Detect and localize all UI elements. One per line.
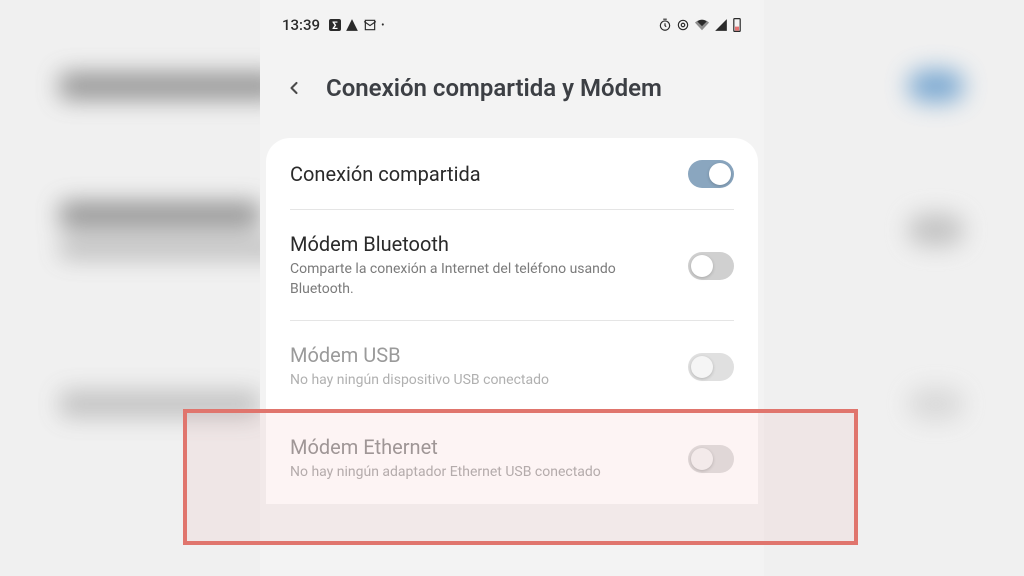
- setting-ethernet-tether: Módem Ethernet No hay ningún adaptador E…: [266, 413, 758, 505]
- setting-title: Módem Bluetooth: [290, 232, 668, 256]
- setting-title: Módem Ethernet: [290, 435, 668, 459]
- back-button[interactable]: [282, 76, 306, 100]
- setting-title: Conexión compartida: [290, 162, 668, 186]
- toggle-bluetooth-tether[interactable]: [688, 252, 734, 280]
- status-time: 13:39: [282, 16, 320, 34]
- page-header: Conexión compartida y Módem: [260, 42, 764, 126]
- setting-desc: No hay ningún adaptador Ethernet USB con…: [290, 463, 668, 483]
- toggle-ethernet-tether: [688, 445, 734, 473]
- status-bar: 13:39 Σ •: [260, 0, 764, 42]
- setting-title: Módem USB: [290, 343, 668, 367]
- setting-desc: Comparte la conexión a Internet del telé…: [290, 260, 668, 299]
- setting-hotspot[interactable]: Conexión compartida: [266, 138, 758, 210]
- status-system-icons: [658, 17, 742, 33]
- chevron-left-icon: [284, 78, 304, 98]
- setting-desc: No hay ningún dispositivo USB conectado: [290, 371, 668, 391]
- page-title: Conexión compartida y Módem: [326, 74, 662, 102]
- status-notification-icons: Σ •: [328, 18, 384, 32]
- settings-panel: Conexión compartida Módem Bluetooth Comp…: [266, 138, 758, 504]
- setting-usb-tether: Módem USB No hay ningún dispositivo USB …: [266, 321, 758, 413]
- toggle-usb-tether: [688, 353, 734, 381]
- toggle-hotspot[interactable]: [688, 160, 734, 188]
- phone-screen: 13:39 Σ • Conexión compartida y Módem Co…: [260, 0, 764, 576]
- svg-text:Σ: Σ: [332, 21, 338, 32]
- setting-bluetooth-tether[interactable]: Módem Bluetooth Comparte la conexión a I…: [266, 210, 758, 321]
